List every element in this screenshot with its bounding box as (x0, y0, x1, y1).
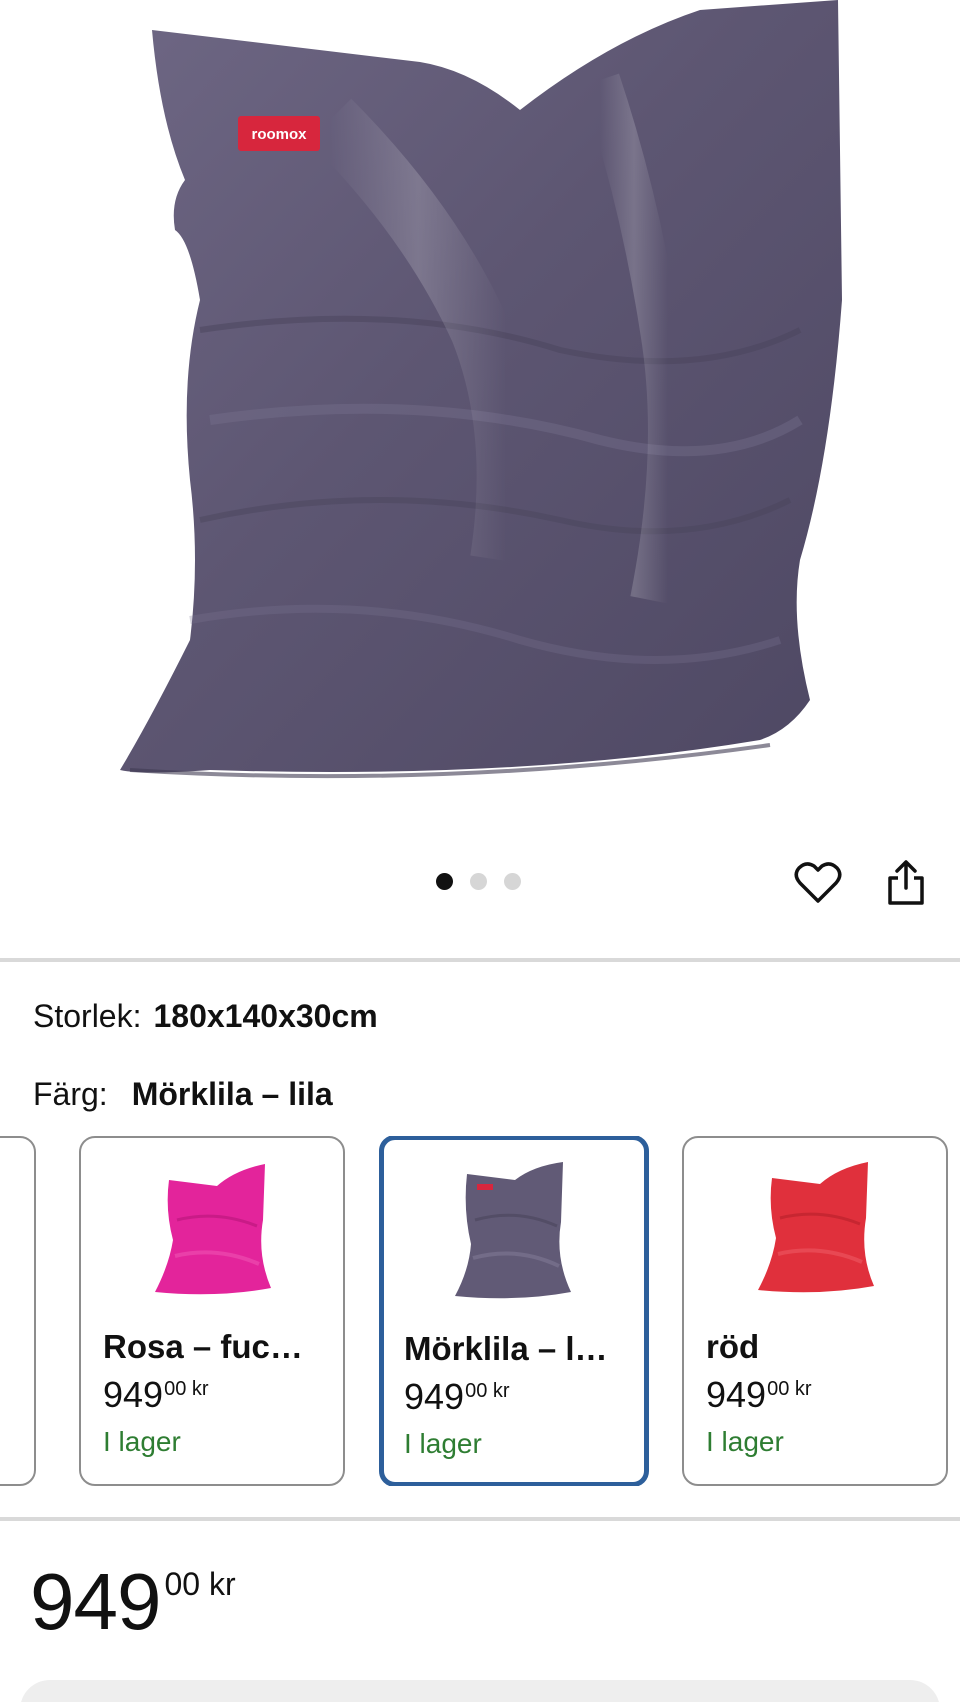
color-variant-carousel[interactable]: Rosa – fuc… 94900 kr I lager Mörklila – … (0, 1136, 960, 1486)
share-icon (888, 860, 924, 905)
variant-name: Mörklila – l… (404, 1330, 608, 1367)
brand-logo: roomox (238, 116, 320, 151)
bottom-action-bar[interactable] (20, 1680, 940, 1702)
favorite-button[interactable] (791, 856, 845, 910)
heart-icon (794, 862, 842, 903)
carousel-dot-3[interactable] (504, 873, 521, 890)
color-label: Färg: (33, 1076, 108, 1112)
price-sup: 00 kr (164, 1566, 236, 1602)
size-value: 180x140x30cm (153, 998, 378, 1034)
variant-card-morklila[interactable]: Mörklila – l… 94900 kr I lager (379, 1136, 649, 1486)
variant-card-previous[interactable] (0, 1136, 36, 1486)
variant-thumbnail (81, 1160, 343, 1310)
variant-stock-status: I lager (404, 1428, 482, 1459)
variant-price: 94900 kr (103, 1374, 209, 1415)
svg-text:roomox: roomox (251, 126, 307, 143)
variant-stock-status: I lager (103, 1426, 181, 1457)
variant-thumbnail (384, 1162, 644, 1312)
size-attribute: Storlek: 180x140x30cm (33, 998, 378, 1035)
color-attribute: Färg: Mörklila – lila (33, 1076, 333, 1113)
section-divider (0, 1517, 960, 1521)
variant-card-rosa[interactable]: Rosa – fuc… 94900 kr I lager (79, 1136, 345, 1486)
variant-name: Rosa – fuc… (103, 1328, 303, 1365)
size-label: Storlek: (33, 998, 142, 1034)
variant-thumbnail (684, 1160, 946, 1310)
variant-stock-status: I lager (706, 1426, 784, 1457)
product-price: 949 00 kr (30, 1556, 236, 1648)
color-value: Mörklila – lila (131, 1076, 333, 1112)
product-image[interactable]: roomox (0, 0, 960, 830)
variant-price: 94900 kr (404, 1376, 510, 1417)
variant-name: röd (706, 1328, 760, 1365)
variant-card-rod[interactable]: röd 94900 kr I lager (682, 1136, 948, 1486)
share-button[interactable] (879, 856, 933, 910)
carousel-dot-1[interactable] (436, 873, 453, 890)
variant-price: 94900 kr (706, 1374, 812, 1415)
carousel-indicator (436, 873, 521, 890)
section-divider (0, 958, 960, 962)
carousel-dot-2[interactable] (470, 873, 487, 890)
price-main: 949 (30, 1557, 161, 1646)
